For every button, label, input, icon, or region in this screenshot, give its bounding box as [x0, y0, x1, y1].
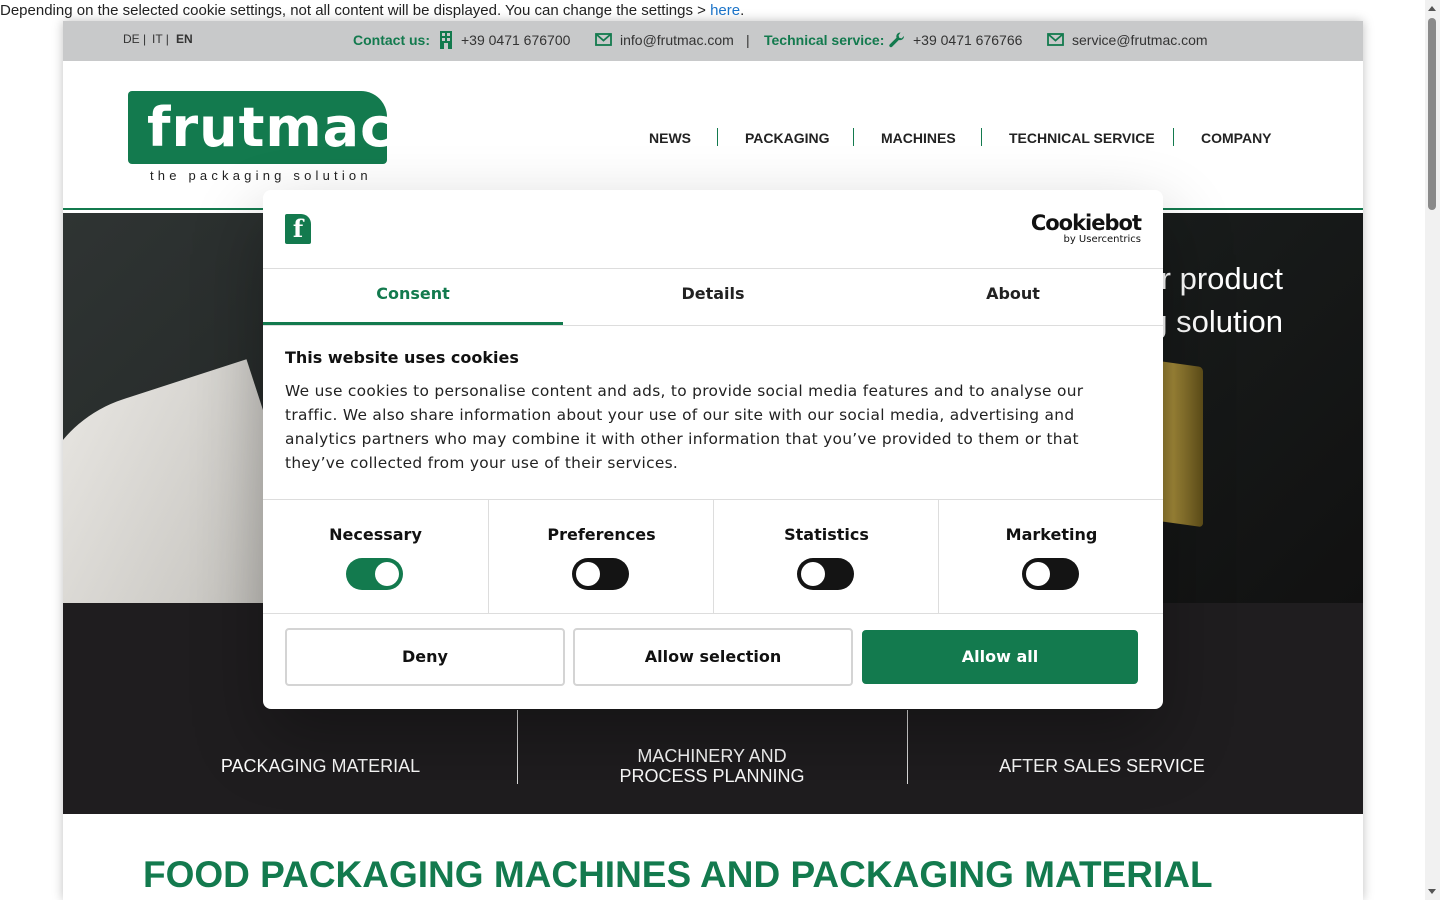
lang-de-link[interactable]: DE |: [123, 32, 146, 46]
technical-service-email[interactable]: service@frutmac.com: [1072, 32, 1208, 48]
notice-text: Depending on the selected cookie setting…: [0, 2, 711, 19]
contact-email[interactable]: info@frutmac.com: [620, 32, 734, 48]
dialog-description: We use cookies to personalise content an…: [285, 382, 1084, 472]
toggle-necessary: Necessary: [263, 500, 488, 613]
nav-divider: [717, 128, 718, 146]
toggle-statistics-label: Statistics: [784, 525, 869, 544]
switch-knob: [801, 562, 825, 586]
scroll-down-icon[interactable]: [1428, 889, 1436, 894]
logo-tagline: the packaging solution: [150, 168, 372, 183]
cookiebot-subtitle: by Usercentrics: [1063, 234, 1141, 245]
tab-consent[interactable]: Consent: [263, 268, 563, 325]
allow-all-button[interactable]: Allow all: [862, 630, 1138, 684]
statistics-switch[interactable]: [797, 558, 854, 590]
preferences-switch[interactable]: [572, 558, 629, 590]
cookiebot-logo[interactable]: Cookiebot by Usercentrics: [1030, 211, 1142, 245]
top-contact-bar: DE | IT | EN Contact us: +39 0471 676700…: [63, 21, 1363, 61]
lang-en-link[interactable]: EN: [176, 32, 193, 46]
nav-company[interactable]: COMPANY: [1201, 130, 1272, 146]
dialog-header: f Cookiebot by Usercentrics: [263, 190, 1163, 269]
toggle-statistics: Statistics: [713, 500, 939, 613]
nav-divider: [853, 128, 854, 146]
toggle-preferences-label: Preferences: [547, 525, 656, 544]
toggle-necessary-label: Necessary: [329, 525, 422, 544]
consent-toggles: Necessary Preferences Statistics Marketi…: [263, 499, 1163, 614]
scroll-thumb[interactable]: [1428, 18, 1436, 210]
necessary-switch[interactable]: [346, 558, 403, 590]
category-machinery-line2: PROCESS PLANNING: [619, 766, 805, 786]
cookie-settings-notice: Depending on the selected cookie setting…: [0, 0, 744, 21]
technical-service-phone[interactable]: +39 0471 676766: [913, 32, 1022, 48]
dialog-title: This website uses cookies: [285, 348, 519, 367]
contact-divider: |: [746, 32, 750, 48]
switch-knob: [1026, 562, 1050, 586]
dialog-tabs: Consent Details About: [263, 268, 1163, 326]
page-scrollbar[interactable]: [1425, 0, 1440, 900]
dialog-body: This website uses cookies We use cookies…: [285, 348, 1141, 475]
category-after-sales-label: AFTER SALES SERVICE: [999, 756, 1205, 776]
contact-phone[interactable]: +39 0471 676700: [461, 32, 570, 48]
category-packaging-material[interactable]: PACKAGING MATERIAL: [148, 756, 493, 776]
hero-headline-line2: g solution: [1150, 304, 1283, 339]
contact-label: Contact us:: [353, 32, 430, 48]
logo-wordmark: frutmac: [147, 96, 394, 159]
wrench-icon: [889, 32, 905, 48]
tab-about[interactable]: About: [863, 268, 1163, 325]
category-divider: [517, 710, 518, 784]
site-header: frutmac the packaging solution NEWS PACK…: [63, 61, 1363, 210]
category-machinery-line1: MACHINERY AND: [637, 746, 787, 766]
service-mail-icon: [1047, 33, 1064, 46]
technical-service-label: Technical service:: [764, 32, 885, 48]
deny-button[interactable]: Deny: [285, 628, 565, 686]
cookie-consent-dialog: f Cookiebot by Usercentrics Consent Deta…: [263, 190, 1163, 709]
nav-divider: [1173, 128, 1174, 146]
category-after-sales[interactable]: AFTER SALES SERVICE: [928, 756, 1276, 776]
nav-packaging[interactable]: PACKAGING: [745, 130, 830, 146]
category-machinery[interactable]: MACHINERY AND PROCESS PLANNING: [537, 746, 887, 786]
cookiebot-wordmark: Cookiebot: [1030, 211, 1142, 235]
allow-selection-button[interactable]: Allow selection: [573, 628, 853, 686]
dialog-buttons: Deny Allow selection Allow all: [285, 628, 1141, 686]
toggle-preferences: Preferences: [488, 500, 714, 613]
notice-settings-link[interactable]: here: [710, 2, 740, 19]
lang-it-link[interactable]: IT |: [152, 32, 169, 46]
category-packaging-label: PACKAGING MATERIAL: [220, 756, 421, 776]
nav-technical-service[interactable]: TECHNICAL SERVICE: [1009, 130, 1155, 146]
switch-knob: [375, 562, 399, 586]
nav-news[interactable]: NEWS: [649, 130, 691, 146]
page-title: FOOD PACKAGING MACHINES AND PACKAGING MA…: [143, 854, 1213, 895]
toggle-marketing-label: Marketing: [1005, 525, 1098, 544]
hero-headline-line1: r product: [1160, 261, 1283, 296]
tab-details[interactable]: Details: [563, 268, 863, 325]
building-icon: [440, 31, 452, 49]
nav-divider: [981, 128, 982, 146]
notice-end: .: [740, 2, 745, 19]
nav-machines[interactable]: MACHINES: [881, 130, 956, 146]
mail-icon: [595, 33, 612, 46]
toggle-marketing: Marketing: [938, 500, 1164, 613]
marketing-switch[interactable]: [1022, 558, 1079, 590]
switch-knob: [576, 562, 600, 586]
scroll-up-icon[interactable]: [1428, 6, 1436, 11]
category-divider: [907, 710, 908, 784]
frutmac-f-logo: f: [285, 214, 311, 244]
